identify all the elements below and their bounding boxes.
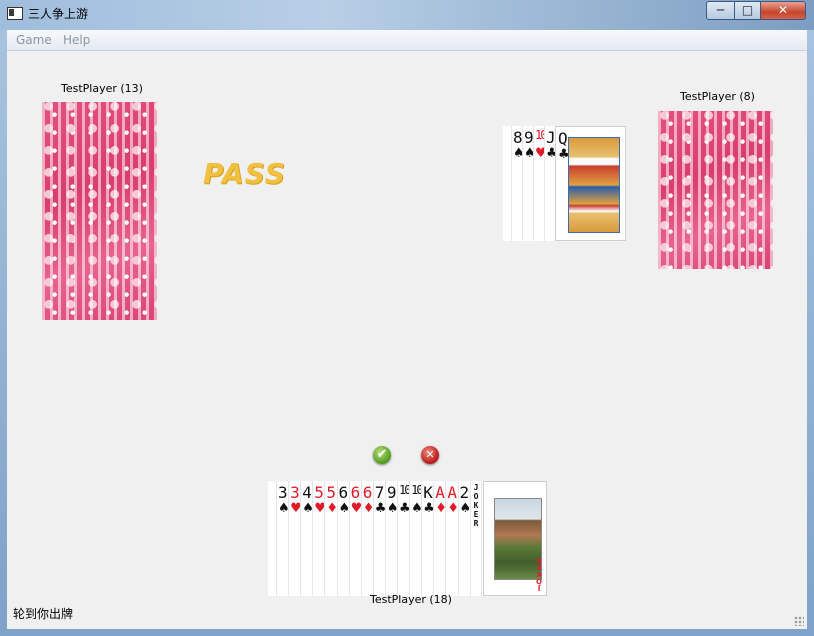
game-table: TestPlayer (13) PASS 8 ♠ 9 ♠ 10 ♥ J ♣ Q ♣ TestPla… [7, 51, 807, 629]
joker-label: JOKER [473, 483, 479, 528]
card-rank: A [447, 483, 458, 502]
card-rank: 5 [326, 483, 337, 502]
card-rank: 5 [314, 483, 324, 502]
card-rank: 3 [278, 483, 288, 502]
menu-game[interactable]: Game [16, 33, 52, 47]
bottom-player-label: TestPlayer (18) [370, 593, 452, 606]
menu-bar: Game Help [7, 30, 807, 51]
card-rank: K [423, 483, 433, 502]
queen-of-clubs-card[interactable]: Q ♣ [555, 126, 626, 241]
card-rank: 4 [302, 483, 312, 502]
play-confirm-button[interactable]: ✔ [373, 446, 391, 464]
title-bar[interactable]: 三人争上游 ─ □ ✕ [0, 0, 814, 30]
left-player-card-stack [42, 102, 157, 320]
window-title: 三人争上游 [28, 7, 89, 21]
resize-grip[interactable] [794, 616, 804, 626]
left-player-label: TestPlayer (13) [61, 82, 143, 95]
card-rank: 6 [362, 483, 373, 502]
app-icon [7, 7, 23, 20]
pass-indicator: PASS [203, 157, 286, 190]
maximize-button[interactable]: □ [734, 1, 761, 20]
right-player-card-stack [658, 111, 773, 269]
app-window: 三人争上游 ─ □ ✕ Game Help TestPlayer (13) PA… [0, 0, 814, 636]
card-rank: 6 [338, 483, 349, 502]
big-joker-card[interactable]: JOKER [483, 481, 547, 596]
card-rank: 3 [290, 483, 300, 502]
menu-help[interactable]: Help [63, 33, 90, 47]
card-rank: 9 [386, 483, 397, 502]
card-rank: 7 [374, 483, 385, 502]
queen-portrait-icon [568, 137, 620, 233]
played-cards: 8 ♠ 9 ♠ 10 ♥ J ♣ Q ♣ [503, 126, 626, 241]
card-rank: 6 [350, 483, 361, 502]
card-rank: A [435, 483, 445, 502]
close-button[interactable]: ✕ [760, 1, 806, 20]
card-rank: 10 [411, 483, 424, 497]
card-rank: 10 [399, 483, 412, 497]
card-rank: 2 [459, 483, 470, 502]
card-rank: Q [558, 129, 568, 148]
player-hand: 3 ♠ 3 ♥ 4 ♠ 5 ♥ 5 ♦ 6 ♠ 6 ♥ 6 ♦ 7 ♣ 9 ♠ 10 ♣ 10 ♠ K ♣ A ♦ A ♦ 2 ♠ J O K E R J… [268, 481, 547, 596]
status-message: 轮到你出牌 [13, 607, 74, 621]
right-player-label: TestPlayer (8) [680, 90, 755, 103]
joker-corner-label: JOKER [536, 556, 542, 592]
minimize-button[interactable]: ─ [706, 1, 735, 20]
client-area: Game Help TestPlayer (13) PASS 8 ♠ 9 ♠ 10 ♥ J ♣… [7, 30, 807, 629]
pass-cancel-button[interactable]: ✕ [421, 446, 439, 464]
